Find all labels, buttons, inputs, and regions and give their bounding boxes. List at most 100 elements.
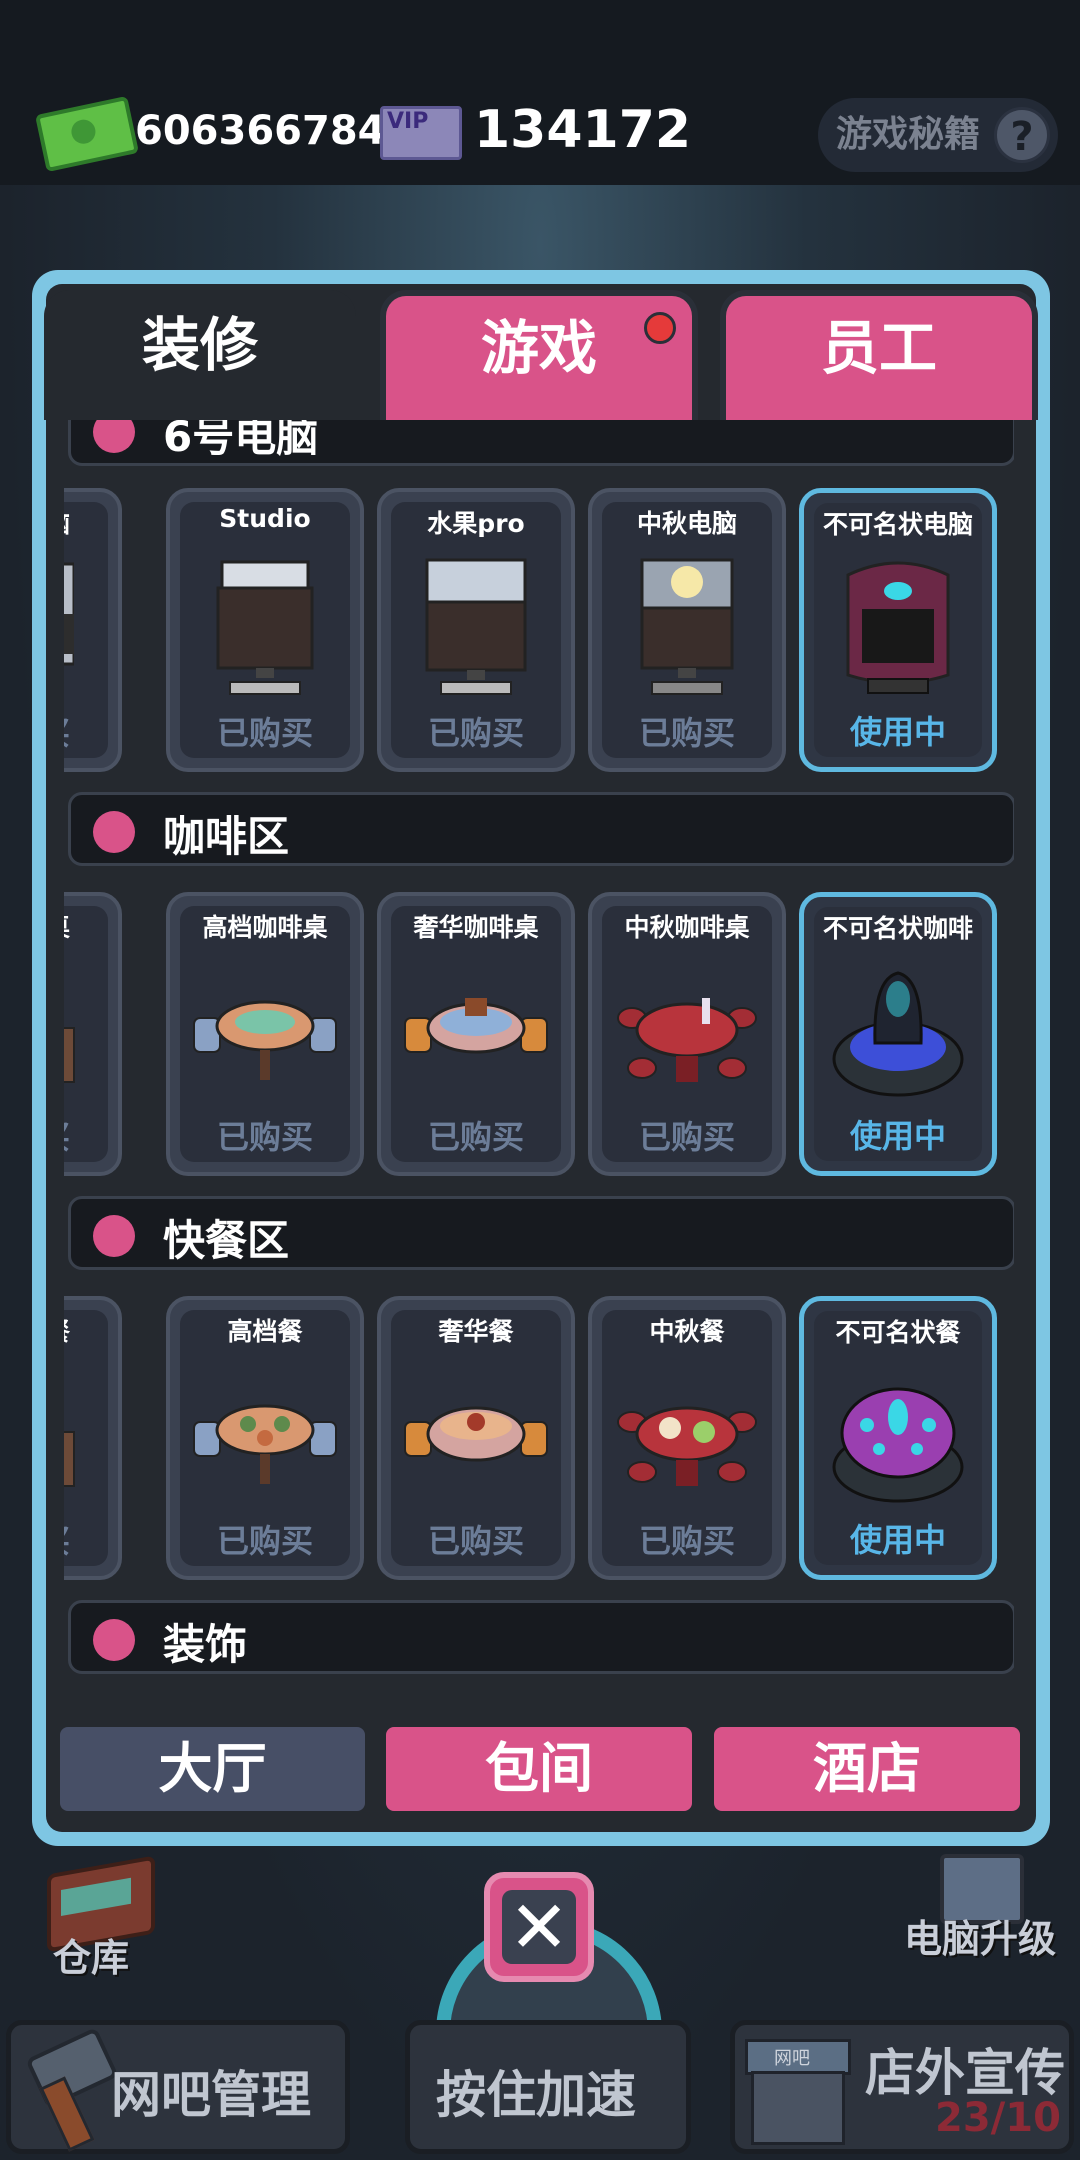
item-title: 啡桌 <box>64 908 118 944</box>
coffee-table-art <box>64 1027 75 1083</box>
hammer-icon <box>25 2027 119 2152</box>
item-card[interactable]: 奢华餐 已购买 <box>377 1296 575 1580</box>
item-title: 水果pro <box>427 509 525 538</box>
hold-speedup-label: 按住加速 <box>436 2066 636 2124</box>
item-title: 奢华餐 <box>438 1317 514 1346</box>
category-header-decor: 装饰 <box>68 1600 1014 1674</box>
luxury-dining-table-art <box>404 1406 548 1462</box>
item-status: 买 <box>64 708 118 754</box>
premium-dining-table-art <box>193 1404 337 1484</box>
money-counter: 606366784 <box>135 108 386 154</box>
category-header-fastfood: 快餐区 <box>68 1196 1014 1270</box>
storefront-icon: 网吧 <box>745 2039 851 2145</box>
monitor-art <box>64 562 74 666</box>
subtab-hotel[interactable]: 酒店 <box>714 1727 1020 1811</box>
eldritch-monitor-art <box>846 561 950 694</box>
game-secrets-button[interactable]: 游戏秘籍 ? <box>818 98 1058 172</box>
item-status: 已购买 <box>638 1522 735 1560</box>
item-card[interactable]: 中秋餐 已购买 <box>588 1296 786 1580</box>
close-icon: ✕ <box>502 1890 576 1964</box>
item-title: 中秋电脑 <box>636 509 737 538</box>
item-card[interactable]: 高档餐 已购买 <box>166 1296 364 1580</box>
mid-autumn-dining-table-art <box>617 1406 757 1486</box>
subtab-hall[interactable]: 大厅 <box>60 1727 365 1811</box>
tab-staff[interactable]: 员工 <box>720 290 1038 420</box>
category-title: 装饰 <box>163 1620 248 1669</box>
question-icon: ? <box>994 107 1050 163</box>
item-title: Studio <box>219 504 311 533</box>
dining-table-art <box>64 1431 75 1487</box>
item-card[interactable]: Studio 已购买 <box>166 488 364 772</box>
item-status: 已购买 <box>427 1118 524 1156</box>
category-bullet <box>93 1215 135 1257</box>
item-card-selected[interactable]: 不可名状餐 使用中 <box>799 1296 997 1580</box>
warehouse-label: 仓库 <box>53 1936 130 1980</box>
warehouse-button[interactable]: 仓库 <box>35 1855 175 1980</box>
category-bullet <box>93 420 135 453</box>
item-title: 不可名状餐 <box>835 1318 961 1347</box>
outdoor-promo-button[interactable]: 网吧 店外宣传 23/10 <box>730 2020 1074 2154</box>
item-card[interactable]: 水果pro 已购买 <box>377 488 575 772</box>
item-title: 不可名状电脑 <box>822 510 973 539</box>
notification-dot <box>644 312 676 344</box>
item-status: 使用中 <box>849 1117 946 1155</box>
pc-upgrade-label: 电脑升级 <box>904 1917 1057 1961</box>
pc-upgrade-button[interactable]: 电脑升级 <box>900 1850 1080 1970</box>
item-status: 已购买 <box>638 1118 735 1156</box>
tab-games[interactable]: 游戏 <box>380 290 698 420</box>
item-card[interactable]: 中秋电脑 已购买 <box>588 488 786 772</box>
item-status: 使用中 <box>849 713 946 751</box>
luxury-coffee-table-art <box>404 998 548 1054</box>
item-title: 高档咖啡桌 <box>202 913 328 942</box>
item-status: 已购买 <box>216 1522 313 1560</box>
studio-monitor-art <box>216 560 314 695</box>
item-title: 高档餐 <box>227 1317 303 1346</box>
tab-games-label: 游戏 <box>480 314 597 382</box>
vip-points: 134172 <box>474 100 692 160</box>
mid-autumn-monitor-art <box>640 558 734 695</box>
tab-decoration[interactable]: 装修 <box>44 290 356 420</box>
item-title: 奢华咖啡桌 <box>413 913 539 942</box>
item-status: 已购买 <box>216 1118 313 1156</box>
item-title: 脑 <box>64 504 118 540</box>
premium-coffee-table-art <box>193 1000 337 1080</box>
category-title: 咖啡区 <box>163 812 290 861</box>
item-status: 已购买 <box>216 714 313 752</box>
eldritch-dining-table-art <box>832 1387 964 1503</box>
item-status: 买 <box>64 1112 118 1158</box>
category-title: 6号电脑 <box>163 420 319 461</box>
item-card[interactable]: 啡桌 买 <box>64 892 122 1176</box>
item-title: 不可名状咖啡 <box>822 914 973 943</box>
hold-speedup-button[interactable]: 按住加速 <box>405 2020 691 2154</box>
item-title: 餐 <box>64 1312 118 1348</box>
fruit-pro-monitor-art <box>425 558 527 695</box>
item-status: 已购买 <box>427 1522 524 1560</box>
close-button[interactable]: ✕ <box>484 1872 594 1982</box>
category-bullet <box>93 811 135 853</box>
category-title: 快餐区 <box>163 1216 290 1265</box>
category-header-pc6: 6号电脑 <box>68 420 1014 466</box>
decoration-list[interactable]: 6号电脑 脑 买 Studio 已购买 水果pro 已购买 中秋电脑 已购买 不… <box>64 420 1014 1700</box>
item-title: 中秋咖啡桌 <box>624 913 750 942</box>
item-card[interactable]: 中秋咖啡桌 已购买 <box>588 892 786 1176</box>
shop-sign: 网吧 <box>774 2048 810 2069</box>
game-secrets-label: 游戏秘籍 <box>836 114 981 155</box>
promo-count: 23/10 <box>935 2095 1061 2141</box>
eldritch-coffee-table-art <box>832 971 964 1097</box>
category-header-coffee: 咖啡区 <box>68 792 1014 866</box>
subtab-private-room[interactable]: 包间 <box>386 1727 692 1811</box>
item-card[interactable]: 高档咖啡桌 已购买 <box>166 892 364 1176</box>
item-card[interactable]: 脑 买 <box>64 488 122 772</box>
item-status: 已购买 <box>638 714 735 752</box>
mid-autumn-coffee-table-art <box>617 998 757 1082</box>
item-status: 使用中 <box>849 1521 946 1559</box>
item-card[interactable]: 餐 买 <box>64 1296 122 1580</box>
item-card[interactable]: 奢华咖啡桌 已购买 <box>377 892 575 1176</box>
cafe-manage-label: 网吧管理 <box>111 2066 311 2124</box>
item-card-selected[interactable]: 不可名状咖啡 使用中 <box>799 892 997 1176</box>
cafe-manage-button[interactable]: 网吧管理 <box>6 2020 350 2154</box>
item-status: 买 <box>64 1516 118 1562</box>
item-card-selected[interactable]: 不可名状电脑 使用中 <box>799 488 997 772</box>
item-title: 中秋餐 <box>649 1317 725 1346</box>
vip-ticket-icon: VIP <box>380 106 462 160</box>
